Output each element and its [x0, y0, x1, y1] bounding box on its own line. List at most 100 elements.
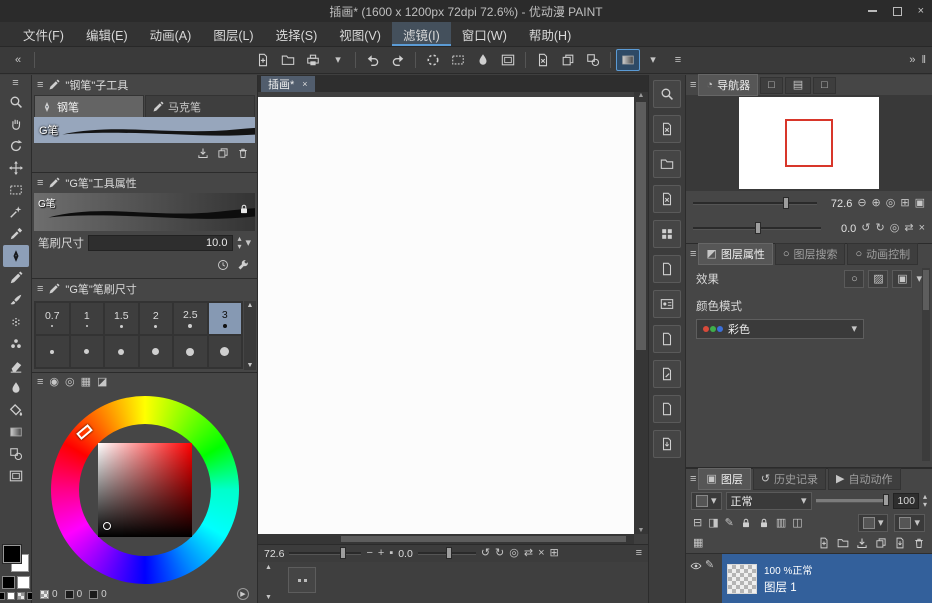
slider-thumb[interactable]	[783, 197, 789, 209]
snap-button[interactable]	[616, 49, 640, 71]
tab-information[interactable]: ▤	[785, 77, 811, 94]
blend-through-button[interactable]: ⊟	[693, 518, 702, 529]
slider-thumb[interactable]	[755, 222, 761, 234]
zoom-tool[interactable]	[3, 91, 29, 113]
panel-scrollbar[interactable]	[922, 268, 930, 461]
move-tool[interactable]	[3, 157, 29, 179]
eyedropper-tool[interactable]	[3, 223, 29, 245]
crop-button[interactable]	[581, 49, 605, 71]
transparent-color-chip[interactable]	[17, 592, 25, 600]
border-effect-button[interactable]: ○	[844, 270, 864, 288]
selection-border-button[interactable]	[556, 49, 580, 71]
horizontal-scrollbar[interactable]	[258, 534, 634, 544]
scrollbar-thumb[interactable]	[636, 102, 646, 350]
figure-tool[interactable]	[3, 443, 29, 465]
menu-window[interactable]: 窗口(W)	[451, 22, 518, 46]
layer-row-selected[interactable]: 100 %正常 图层 1	[722, 554, 932, 603]
subtool-tab-pen[interactable]: 钢笔	[34, 95, 144, 117]
ruler-range-button[interactable]: ◫	[792, 518, 802, 529]
delete-subtool-button[interactable]	[237, 147, 249, 159]
document-tab[interactable]: 插画* ×	[261, 76, 315, 92]
dropdown-icon[interactable]: ▾	[326, 49, 350, 71]
fit-page-button[interactable]: ▣	[915, 198, 925, 209]
lock-transparent-button[interactable]	[758, 517, 770, 529]
panel-menu-icon[interactable]: ≡	[690, 474, 696, 485]
eraser-tool[interactable]	[3, 355, 29, 377]
fill-selection-button[interactable]	[471, 49, 495, 71]
quick-page-button[interactable]	[653, 325, 681, 353]
brush-size-option[interactable]	[139, 335, 174, 368]
quick-card-button[interactable]	[653, 290, 681, 318]
tool-palette-menu-icon[interactable]: ≡	[12, 78, 18, 89]
menu-help[interactable]: 帮助(H)	[518, 22, 582, 46]
dock-handle-icon[interactable]: ‖	[921, 55, 926, 66]
color-slider-tab-icon[interactable]: ◎	[65, 377, 75, 388]
tab-layers[interactable]: ▣ 图层	[698, 468, 750, 490]
brush-size-option[interactable]	[35, 335, 70, 368]
tab-navigator[interactable]: ◔ 导航器	[698, 74, 758, 96]
enable-mask-button[interactable]: ▥	[776, 518, 786, 529]
layer-view-grid-button[interactable]: ▦	[693, 538, 703, 549]
layer-color-combo[interactable]: ▾	[858, 514, 889, 532]
delete-layer-button[interactable]	[913, 537, 925, 549]
collapse-left-icon[interactable]: «	[6, 49, 30, 71]
color-mix-tab-icon[interactable]: ◪	[97, 377, 107, 388]
transfer-layer-button[interactable]	[856, 537, 868, 549]
print-button[interactable]	[301, 49, 325, 71]
draw-color-swatch[interactable]	[7, 592, 15, 600]
reset-display-button[interactable]: ×	[919, 223, 925, 234]
fill-tool[interactable]	[3, 399, 29, 421]
main-color-chip[interactable]	[3, 545, 21, 563]
scrollbar-thumb[interactable]	[923, 270, 929, 310]
panel-menu-icon[interactable]: ≡	[37, 178, 43, 189]
scale-selection-button[interactable]	[496, 49, 520, 71]
tab-layer-search[interactable]: ○ 图层搜索	[775, 243, 846, 265]
quick-delete-button[interactable]	[653, 185, 681, 213]
navigator-view-rect[interactable]	[785, 119, 833, 167]
tab-auto-action[interactable]: ▶ 自动动作	[828, 468, 900, 490]
brush-size-option[interactable]	[70, 335, 105, 368]
new-folder-button[interactable]	[837, 537, 849, 549]
register-subtool-button[interactable]	[197, 147, 209, 159]
tab-history[interactable]: ↺ 历史记录	[753, 468, 826, 490]
rotate-canvas-tool[interactable]	[3, 135, 29, 157]
menu-layer[interactable]: 图层(L)	[202, 22, 264, 46]
subtool-tab-marker[interactable]: 马克笔	[145, 95, 255, 117]
color-set-tab-icon[interactable]: ▦	[81, 377, 91, 388]
expression-color-button[interactable]: ▣	[892, 270, 912, 288]
open-file-button[interactable]	[276, 49, 300, 71]
scroll-down-icon[interactable]: ▼	[247, 362, 254, 369]
brush-size-option[interactable]	[208, 335, 243, 368]
frame-tool[interactable]	[3, 465, 29, 487]
reset-view-button[interactable]: ×	[538, 548, 544, 559]
tone-effect-button[interactable]: ▨	[868, 270, 888, 288]
rotate-right-button[interactable]: ↻	[876, 223, 885, 234]
rotate-slider[interactable]	[418, 552, 476, 555]
statusbar-menu-icon[interactable]: ≡	[636, 548, 642, 559]
brush-size-option[interactable]: 0.7	[35, 302, 70, 335]
zoom-slider[interactable]	[289, 552, 361, 555]
restore-defaults-button[interactable]	[217, 259, 229, 271]
play-icon[interactable]: ▶	[237, 588, 249, 600]
new-layer-button[interactable]	[818, 537, 830, 549]
clipping-mask-button[interactable]: ◨	[708, 518, 718, 529]
menu-edit[interactable]: 编辑(E)	[75, 22, 139, 46]
airbrush-tool[interactable]	[3, 311, 29, 333]
export-layer-button[interactable]	[894, 537, 906, 549]
subtool-item-gpen[interactable]: G笔	[34, 117, 255, 143]
new-file-button[interactable]	[251, 49, 275, 71]
quick-clear-button[interactable]	[653, 115, 681, 143]
quick-edit-button[interactable]	[653, 360, 681, 388]
brush-size-option[interactable]: 2.5	[173, 302, 208, 335]
lock-layer-button[interactable]	[740, 517, 752, 529]
mask-display-combo[interactable]: ▾	[894, 514, 925, 532]
saturation-value-square[interactable]	[98, 443, 192, 537]
quick-note-button[interactable]	[653, 395, 681, 423]
quick-export-button[interactable]	[653, 430, 681, 458]
slider-thumb[interactable]	[340, 547, 346, 559]
scroll-up-icon[interactable]: ▲	[638, 92, 645, 99]
subtool-detail-button[interactable]	[237, 259, 249, 271]
panel-menu-icon[interactable]: ≡	[690, 249, 696, 260]
brush-size-option-selected[interactable]: 3	[208, 302, 243, 335]
scrollbar-thumb[interactable]	[341, 536, 627, 542]
